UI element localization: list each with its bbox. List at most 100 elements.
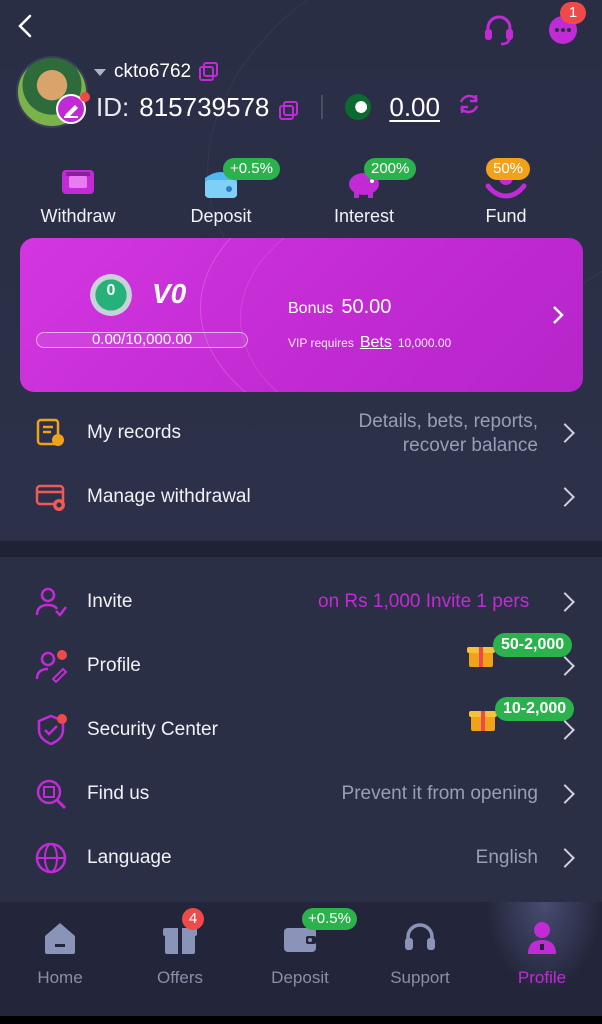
- vip-requirement: VIP requires Bets 10,000.00: [288, 334, 451, 352]
- divider: [321, 95, 324, 119]
- bets-value: 10,000.00: [397, 336, 452, 350]
- nav-profile[interactable]: Profile: [482, 902, 602, 1002]
- headset-icon: [400, 918, 440, 958]
- interest-action[interactable]: Interest 200%: [304, 158, 424, 230]
- chevron-right-icon: [551, 302, 565, 333]
- profile-header: 1 ckto6762 ID: 815739578 0.00 Withdraw D…: [0, 0, 602, 540]
- invite-row[interactable]: Invite on Rs 1,000 Invite 1 pers: [0, 571, 602, 635]
- my-records-label: My records: [87, 422, 181, 443]
- id-label: ID:: [96, 91, 130, 122]
- withdraw-icon: [56, 164, 100, 202]
- avatar-alert-dot: [80, 92, 90, 102]
- profile-edit-icon: [34, 649, 68, 684]
- find-us-row[interactable]: Find us Prevent it from opening: [0, 763, 602, 827]
- deposit-bonus-badge: +0.5%: [223, 158, 280, 180]
- profile-reward-badge: 50-2,000: [493, 633, 573, 657]
- my-records-hint: Details, bets, reports, recover balance: [358, 410, 538, 458]
- profile-row[interactable]: Profile 50-2,000: [0, 633, 602, 699]
- vip-bonus: Bonus 50.00: [288, 296, 391, 319]
- vip-progress-bar: 0.00/10,000.00: [36, 332, 248, 348]
- nav-support-label: Support: [390, 968, 450, 987]
- section-divider: [0, 541, 602, 557]
- gift-icon: [466, 639, 496, 669]
- caret-down-icon: [94, 68, 106, 76]
- pakistan-flag-icon: [345, 94, 372, 120]
- profile-label: Profile: [87, 655, 141, 676]
- find-us-label: Find us: [87, 783, 150, 804]
- nav-home[interactable]: Home: [0, 902, 120, 1002]
- interest-label: Interest: [333, 206, 395, 226]
- withdraw-label: Withdraw: [40, 206, 116, 226]
- my-records-hint-line: recover balance: [402, 435, 538, 456]
- find-us-icon: [34, 777, 68, 811]
- shield-icon: [34, 713, 68, 747]
- nav-deposit-label: Deposit: [271, 968, 329, 987]
- nav-deposit[interactable]: Deposit +0.5%: [240, 902, 360, 1002]
- offers-count-badge: 4: [182, 908, 204, 930]
- chevron-right-icon: [555, 656, 575, 676]
- withdraw-action[interactable]: Withdraw: [18, 158, 138, 230]
- security-center-label: Security Center: [87, 719, 218, 740]
- copy-icon[interactable]: [199, 62, 219, 82]
- chevron-right-icon: [555, 848, 575, 868]
- menu-list: Invite on Rs 1,000 Invite 1 pers Profile…: [0, 557, 602, 902]
- invite-user-icon: [34, 585, 68, 619]
- bonus-value: 50.00: [341, 296, 392, 318]
- home-indicator: [0, 1016, 602, 1024]
- username-row[interactable]: ckto6762: [94, 60, 219, 84]
- home-icon: [40, 918, 80, 958]
- gift-icon: [468, 703, 498, 733]
- vip-progress-text: 0.00/10,000.00: [91, 331, 193, 348]
- fund-action[interactable]: Fund 50%: [446, 158, 566, 230]
- id-balance-row: ID: 815739578 0.00: [96, 90, 482, 124]
- vip-medal-icon: 0: [90, 274, 132, 316]
- chevron-right-icon: [555, 720, 575, 740]
- invite-label: Invite: [87, 591, 133, 612]
- deposit-bonus-badge: +0.5%: [302, 908, 357, 930]
- interest-badge: 200%: [364, 158, 417, 180]
- refresh-icon[interactable]: [456, 91, 482, 124]
- user-id: 815739578: [139, 91, 270, 122]
- deposit-action[interactable]: Deposit +0.5%: [161, 158, 281, 230]
- username: ckto6762: [114, 61, 192, 82]
- nav-offers[interactable]: Offers 4: [120, 902, 240, 1002]
- chevron-right-icon: [555, 592, 575, 612]
- vip-card[interactable]: 0 V0 0.00/10,000.00 Bonus 50.00 VIP requ…: [20, 238, 583, 392]
- my-records-hint-line: Details, bets, reports,: [358, 411, 538, 432]
- nav-profile-label: Profile: [517, 968, 567, 987]
- notification-badge: 1: [560, 2, 586, 24]
- fund-badge: 50%: [486, 158, 531, 180]
- chevron-right-icon: [555, 423, 575, 443]
- language-row[interactable]: Language English: [0, 827, 602, 891]
- language-value: English: [475, 847, 538, 868]
- nav-support[interactable]: Support: [360, 902, 480, 1002]
- security-reward-badge: 10-2,000: [495, 697, 575, 721]
- my-records-row[interactable]: My records Details, bets, reports, recov…: [0, 400, 602, 464]
- manage-withdrawal-label: Manage withdrawal: [87, 486, 251, 507]
- nav-home-label: Home: [37, 968, 83, 987]
- find-us-hint: Prevent it from opening: [341, 783, 538, 804]
- fund-label: Fund: [485, 206, 527, 226]
- invite-hint: on Rs 1,000 Invite 1 pers: [318, 591, 530, 612]
- requires-label: VIP requires: [288, 336, 354, 350]
- bets-link[interactable]: Bets: [360, 334, 392, 352]
- records-icon: [34, 416, 68, 450]
- bottom-nav: Home Offers 4 Deposit +0.5% Support Prof…: [0, 902, 602, 1024]
- chevron-right-icon: [555, 784, 575, 804]
- nav-offers-label: Offers: [157, 968, 203, 987]
- headset-icon[interactable]: [480, 10, 518, 48]
- chevron-right-icon: [555, 487, 575, 507]
- vip-level: V0: [152, 278, 187, 309]
- bonus-label: Bonus: [288, 300, 334, 317]
- security-center-row[interactable]: Security Center 10-2,000: [0, 697, 602, 763]
- vip-medal-level: 0: [106, 282, 116, 299]
- back-chevron-icon[interactable]: [14, 10, 38, 42]
- balance[interactable]: 0.00: [389, 92, 440, 123]
- user-icon: [522, 918, 562, 958]
- copy-id-icon[interactable]: [279, 97, 299, 120]
- manage-withdrawal-row[interactable]: Manage withdrawal: [0, 466, 602, 530]
- deposit-label: Deposit: [190, 206, 252, 226]
- globe-icon: [34, 841, 68, 875]
- language-label: Language: [87, 847, 172, 868]
- card-settings-icon: [34, 480, 68, 514]
